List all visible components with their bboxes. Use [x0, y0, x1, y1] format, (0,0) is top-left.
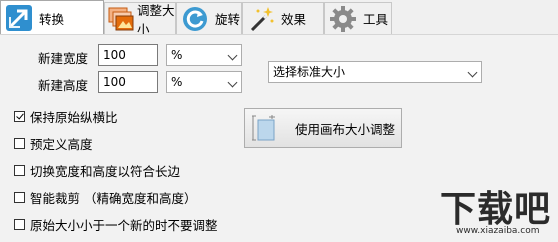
- tab-effects[interactable]: 效果: [242, 2, 324, 34]
- standard-size-value: 选择标准大小: [273, 65, 346, 79]
- height-unit-value: %: [171, 75, 183, 89]
- new-height-label: 新建高度: [38, 78, 89, 93]
- width-unit-select[interactable]: %: [166, 44, 242, 66]
- canvas-size-button-label: 使用画布大小调整: [295, 121, 396, 137]
- watermark: 下载吧 www.xiazaiba.com: [404, 180, 554, 240]
- keep-aspect-ratio-label: 保持原始纵横比: [30, 110, 118, 125]
- tab-resize[interactable]: 调整大小: [104, 2, 176, 37]
- height-unit-select[interactable]: %: [166, 71, 242, 93]
- new-height-input[interactable]: 100: [98, 71, 158, 93]
- resize-photos-icon: [107, 5, 135, 33]
- gear-icon: [329, 5, 357, 33]
- tab-rotate-label: 旋转: [215, 12, 241, 27]
- chevron-down-icon: [227, 50, 238, 61]
- magic-wand-icon: [247, 5, 275, 33]
- canvas-size-button[interactable]: 使用画布大小调整: [244, 108, 402, 148]
- predefined-height-label: 预定义高度: [30, 137, 93, 152]
- checkbox-box[interactable]: [14, 111, 25, 122]
- canvas-size-icon: [251, 114, 277, 142]
- convert-arrow-icon: [5, 4, 33, 32]
- smart-crop-checkbox[interactable]: 智能裁剪 （精确宽度和高度）: [14, 188, 196, 207]
- keep-aspect-ratio-checkbox[interactable]: 保持原始纵横比: [14, 107, 118, 126]
- watermark-url: www.xiazaiba.com: [456, 226, 540, 236]
- predefined-height-checkbox[interactable]: 预定义高度: [14, 134, 93, 153]
- checkbox-box[interactable]: [14, 219, 25, 230]
- swap-width-height-checkbox[interactable]: 切换宽度和高度以符合长边: [14, 161, 180, 180]
- watermark-logo-text: 下载吧: [440, 189, 552, 230]
- swap-width-height-label: 切换宽度和高度以符合长边: [30, 164, 181, 179]
- checkbox-box[interactable]: [14, 138, 25, 149]
- new-width-input[interactable]: 100: [98, 44, 158, 66]
- new-width-label: 新建宽度: [38, 51, 89, 66]
- tab-effects-label: 效果: [281, 12, 307, 27]
- smart-crop-label: 智能裁剪 （精确宽度和高度）: [30, 191, 197, 206]
- no-upscale-checkbox[interactable]: 原始大小小于一个新的时不要调整: [14, 215, 218, 234]
- no-upscale-label: 原始大小小于一个新的时不要调整: [30, 218, 218, 233]
- tab-resize-label: 调整大小: [137, 2, 175, 37]
- tab-convert[interactable]: 转换: [0, 0, 104, 35]
- standard-size-select[interactable]: 选择标准大小: [268, 61, 482, 83]
- width-unit-value: %: [171, 48, 183, 62]
- tab-convert-label: 转换: [39, 11, 65, 27]
- tab-tools-label: 工具: [363, 12, 389, 27]
- checkbox-box[interactable]: [14, 165, 25, 176]
- rotate-icon: [181, 5, 209, 33]
- checkbox-box[interactable]: [14, 192, 25, 203]
- chevron-down-icon: [467, 67, 478, 78]
- tab-tools[interactable]: 工具: [324, 2, 392, 34]
- tab-rotate[interactable]: 旋转: [176, 2, 242, 34]
- chevron-down-icon: [227, 77, 238, 88]
- tab-bar: 转换 调整大小 旋转 效果 工具: [0, 0, 558, 37]
